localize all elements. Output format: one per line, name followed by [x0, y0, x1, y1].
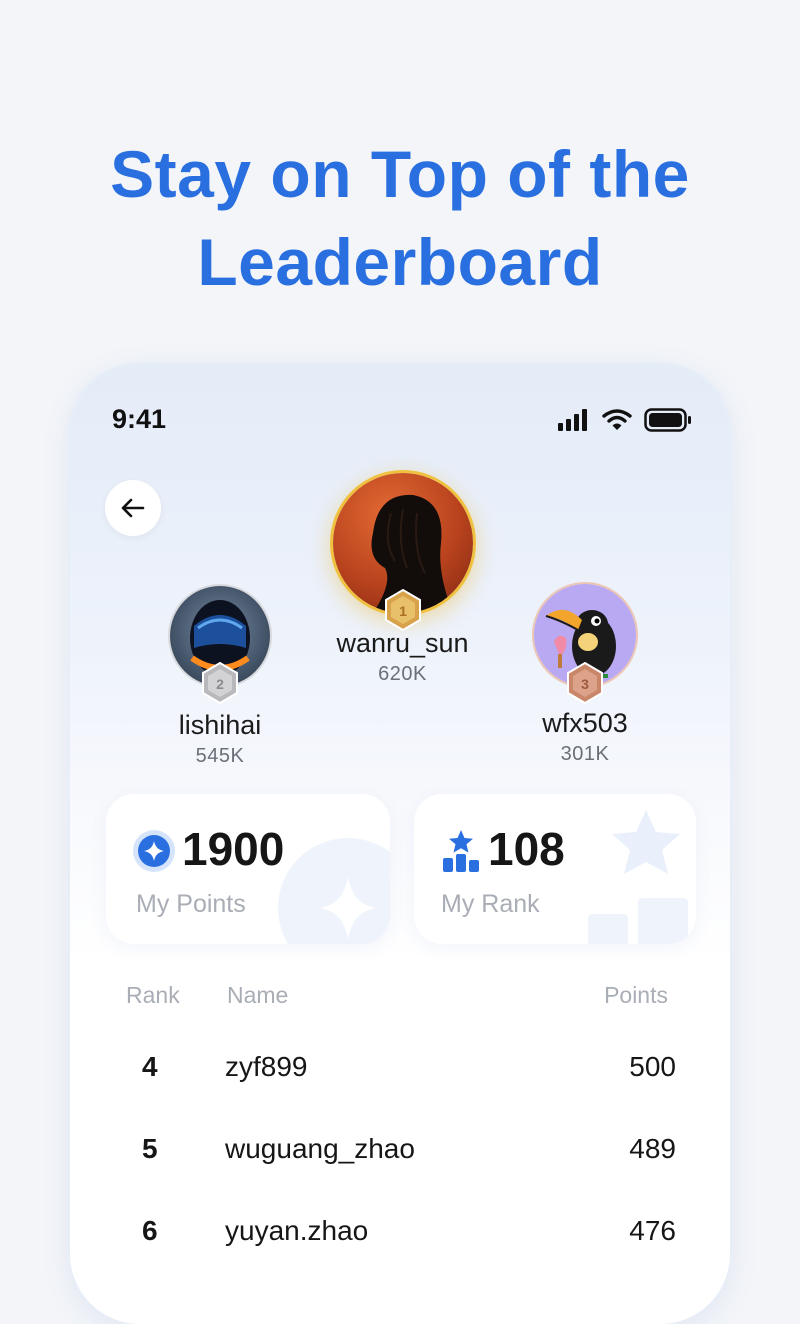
row-points: 489 — [629, 1133, 676, 1164]
podium-second-name: lishihai — [178, 710, 262, 740]
podium-second[interactable]: 2 lishihai 545K — [155, 584, 285, 768]
row-name: zyf899 — [225, 1051, 308, 1082]
sparkle-icon — [278, 838, 390, 944]
row-rank: 6 — [142, 1215, 158, 1246]
points-icon — [133, 830, 175, 872]
back-button[interactable] — [105, 480, 161, 536]
row-name: wuguang_zhao — [225, 1133, 415, 1164]
podium-third[interactable]: 3 wfx503 301K — [520, 582, 650, 766]
row-points: 500 — [629, 1051, 676, 1082]
header-rank: Rank — [126, 982, 180, 1008]
phone-frame: 9:41 1 wanru_sun 620K 2 lishihai 545K 3 … — [70, 364, 730, 1324]
medal-number: 2 — [216, 676, 224, 692]
wifi-icon — [602, 409, 632, 430]
podium-first[interactable]: 1 wanru_sun 620K — [320, 470, 485, 686]
my-rank-value: 108 — [488, 823, 565, 875]
podium-first-score: 620K — [378, 663, 427, 685]
battery-icon — [644, 408, 691, 432]
medal-number: 1 — [399, 603, 407, 619]
signal-icon — [558, 409, 587, 431]
podium-third-score: 301K — [560, 743, 610, 765]
medal-icon: 2 — [202, 662, 238, 704]
medal-number: 3 — [581, 676, 589, 692]
row-rank: 4 — [142, 1051, 158, 1082]
podium-star-icon — [588, 810, 688, 944]
row-rank: 5 — [142, 1133, 158, 1164]
my-points-value: 1900 — [182, 823, 285, 875]
podium-third-name: wfx503 — [542, 708, 628, 738]
headline: Stay on Top of the Leaderboard — [0, 130, 800, 306]
avatar-third: 3 — [532, 582, 638, 704]
podium-first-name: wanru_sun — [336, 628, 469, 658]
podium-second-score: 545K — [195, 745, 245, 767]
avatar-second: 2 — [168, 584, 272, 704]
headline-line-2: Leaderboard — [197, 225, 603, 299]
avatar-first: 1 — [329, 470, 476, 631]
my-points-label: My Points — [136, 890, 246, 918]
headline-line-1: Stay on Top of the — [110, 137, 690, 211]
my-points-card[interactable]: 1900 My Points — [106, 794, 390, 944]
row-points: 476 — [629, 1215, 676, 1246]
medal-icon: 1 — [384, 589, 421, 631]
medal-icon: 3 — [567, 662, 603, 704]
header-points: Points — [604, 982, 668, 1008]
status-icons — [558, 408, 692, 432]
rank-icon — [443, 830, 479, 872]
header-name: Name — [227, 982, 289, 1008]
row-name: yuyan.zhao — [225, 1215, 369, 1246]
my-rank-label: My Rank — [441, 890, 540, 918]
status-time: 9:41 — [112, 404, 167, 434]
my-rank-card[interactable]: 108 My Rank — [414, 794, 696, 944]
arrow-left-icon — [121, 498, 145, 518]
